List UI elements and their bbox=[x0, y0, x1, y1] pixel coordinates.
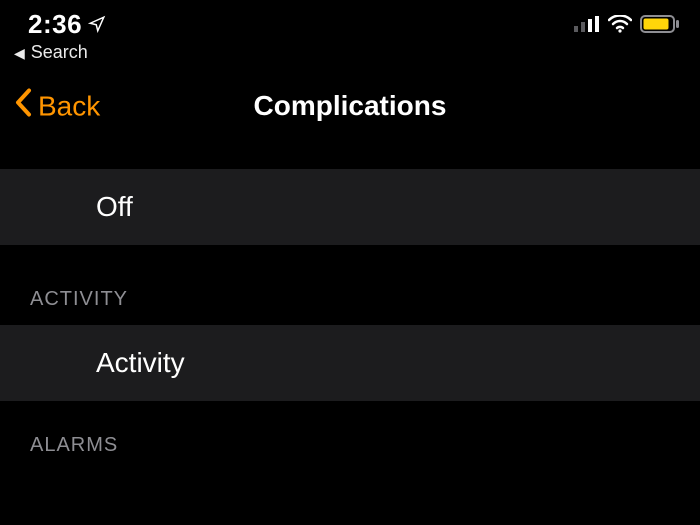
row-activity[interactable]: Activity bbox=[0, 325, 700, 401]
location-arrow-icon bbox=[88, 15, 106, 33]
section-header-activity-label: ACTIVITY bbox=[30, 288, 128, 311]
list-top-spacer bbox=[0, 141, 700, 169]
chevron-left-icon bbox=[14, 88, 34, 125]
section-header-alarms-label: ALARMS bbox=[30, 434, 118, 457]
nav-bar: Back Complications bbox=[0, 71, 700, 141]
status-bar: 2:36 bbox=[0, 0, 700, 40]
section-header-activity: ACTIVITY bbox=[0, 245, 700, 325]
row-off[interactable]: Off bbox=[0, 169, 700, 245]
page-title: Complications bbox=[254, 90, 447, 122]
row-activity-label: Activity bbox=[96, 347, 185, 379]
breadcrumb[interactable]: ◀ Search bbox=[0, 40, 700, 71]
section-header-alarms: ALARMS bbox=[0, 401, 700, 471]
back-button[interactable]: Back bbox=[14, 88, 100, 125]
row-off-label: Off bbox=[96, 191, 133, 223]
status-time: 2:36 bbox=[28, 9, 82, 40]
cellular-signal-icon bbox=[574, 16, 600, 32]
status-right bbox=[574, 15, 680, 33]
back-label: Back bbox=[38, 90, 100, 122]
screen: 2:36 bbox=[0, 0, 700, 525]
breadcrumb-label: Search bbox=[31, 42, 88, 63]
back-triangle-icon: ◀ bbox=[14, 46, 25, 60]
wifi-icon bbox=[608, 15, 632, 33]
battery-icon bbox=[640, 15, 680, 33]
status-left: 2:36 bbox=[28, 9, 106, 40]
